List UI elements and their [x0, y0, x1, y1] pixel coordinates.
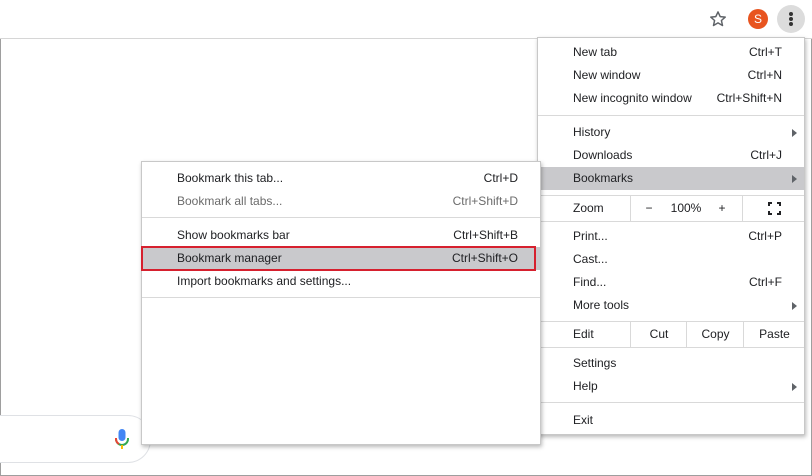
menu-item-label: Bookmarks — [573, 171, 634, 185]
menu-item-label: History — [573, 125, 611, 139]
menu-item-shortcut: Ctrl+Shift+N — [716, 91, 782, 105]
menu-separator — [538, 115, 804, 116]
menu-item-label: Show bookmarks bar — [177, 228, 290, 242]
zoom-label: Zoom — [573, 201, 604, 215]
menu-item-new-window[interactable]: New window Ctrl+N — [538, 64, 804, 87]
submenu-item-bookmark-all[interactable]: Bookmark all tabs... Ctrl+Shift+D — [142, 190, 540, 213]
more-vert-icon[interactable] — [777, 5, 805, 33]
browser-toolbar: S — [0, 0, 812, 39]
menu-item-label: Exit — [573, 413, 594, 427]
menu-item-label: New tab — [573, 45, 618, 59]
menu-item-shortcut: Ctrl+Shift+D — [452, 194, 518, 208]
menu-item-shortcut: Ctrl+J — [750, 148, 782, 162]
menu-item-new-incognito[interactable]: New incognito window Ctrl+Shift+N — [538, 87, 804, 110]
menu-item-label: Downloads — [573, 148, 633, 162]
menu-item-label: Bookmark all tabs... — [177, 194, 283, 208]
menu-item-label: More tools — [573, 298, 630, 312]
menu-item-bookmarks[interactable]: Bookmarks — [538, 167, 804, 190]
menu-item-label: Find... — [573, 275, 607, 289]
menu-separator — [142, 297, 540, 298]
copy-button[interactable]: Copy — [686, 322, 744, 347]
submenu-item-bookmark-tab[interactable]: Bookmark this tab... Ctrl+D — [142, 167, 540, 190]
menu-item-more-tools[interactable]: More tools — [538, 294, 804, 317]
menu-item-help[interactable]: Help — [538, 375, 804, 398]
submenu-item-show-bookmarks-bar[interactable]: Show bookmarks bar Ctrl+Shift+B — [142, 224, 540, 247]
profile-avatar[interactable]: S — [748, 9, 768, 29]
menu-item-label: Bookmark this tab... — [177, 171, 284, 185]
menu-item-shortcut: Ctrl+D — [483, 171, 518, 185]
menu-item-label: New window — [573, 68, 641, 82]
menu-item-shortcut: Ctrl+F — [749, 275, 782, 289]
menu-separator — [538, 347, 804, 348]
menu-item-shortcut: Ctrl+N — [747, 68, 782, 82]
chevron-right-icon — [792, 175, 797, 183]
menu-item-cast[interactable]: Cast... — [538, 248, 804, 271]
menu-item-exit[interactable]: Exit — [538, 409, 804, 432]
fullscreen-button[interactable] — [742, 196, 805, 221]
menu-item-settings[interactable]: Settings — [538, 352, 804, 375]
edit-row: Edit Cut Copy Paste — [538, 322, 804, 347]
zoom-out-button[interactable]: − — [630, 196, 667, 221]
menu-item-label: Print... — [573, 229, 608, 243]
menu-item-find[interactable]: Find... Ctrl+F — [538, 271, 804, 294]
chevron-right-icon — [792, 302, 797, 310]
paste-button[interactable]: Paste — [743, 322, 805, 347]
menu-separator — [142, 217, 540, 218]
menu-item-label: Cast... — [573, 252, 608, 266]
menu-item-new-tab[interactable]: New tab Ctrl+T — [538, 41, 804, 64]
menu-item-label: New incognito window — [573, 91, 692, 105]
chevron-right-icon — [792, 383, 797, 391]
chevron-right-icon — [792, 129, 797, 137]
submenu-item-import[interactable]: Import bookmarks and settings... — [142, 270, 540, 293]
menu-separator — [538, 402, 804, 403]
menu-item-shortcut: Ctrl+P — [748, 229, 782, 243]
highlight-callout — [141, 246, 536, 271]
star-icon[interactable] — [708, 9, 728, 29]
menu-item-print[interactable]: Print... Ctrl+P — [538, 225, 804, 248]
edit-label: Edit — [573, 327, 594, 341]
microphone-icon[interactable] — [114, 428, 130, 450]
menu-separator — [538, 221, 804, 222]
menu-item-label: Import bookmarks and settings... — [177, 274, 352, 288]
zoom-row: Zoom − 100% + — [538, 196, 804, 221]
menu-item-shortcut: Ctrl+Shift+B — [453, 228, 518, 242]
menu-item-downloads[interactable]: Downloads Ctrl+J — [538, 144, 804, 167]
zoom-in-button[interactable]: + — [706, 196, 738, 221]
menu-item-label: Help — [573, 379, 598, 393]
menu-item-shortcut: Ctrl+T — [749, 45, 782, 59]
bookmarks-submenu: Bookmark this tab... Ctrl+D Bookmark all… — [141, 161, 541, 445]
menu-item-history[interactable]: History — [538, 121, 804, 144]
chrome-main-menu: New tab Ctrl+T New window Ctrl+N New inc… — [537, 37, 805, 435]
fullscreen-icon — [768, 202, 781, 215]
zoom-level: 100% — [670, 201, 702, 215]
cut-button[interactable]: Cut — [630, 322, 687, 347]
menu-item-label: Settings — [573, 356, 617, 370]
